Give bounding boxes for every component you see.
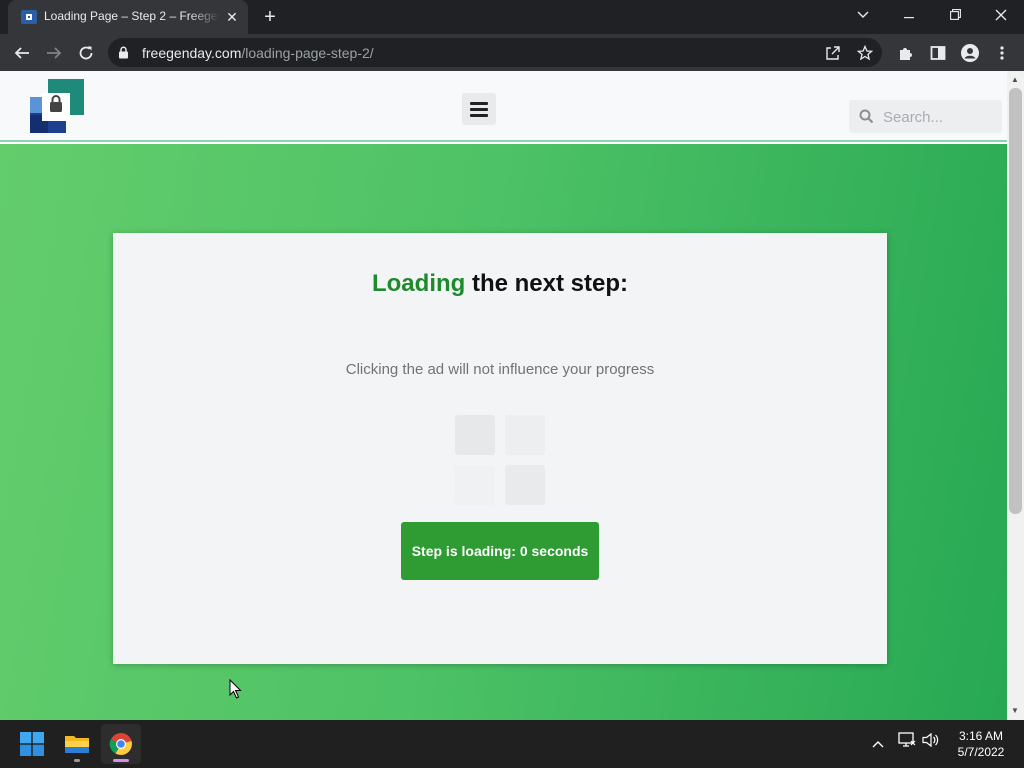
search-box[interactable]	[849, 100, 1002, 133]
url-domain: freegenday.com	[142, 45, 242, 61]
volume-icon[interactable]	[922, 732, 940, 751]
site-favicon-icon	[21, 10, 37, 24]
reload-icon[interactable]	[74, 41, 98, 65]
step-loading-button[interactable]: Step is loading: 0 seconds	[401, 522, 599, 580]
share-icon[interactable]	[824, 44, 842, 62]
browser-titlebar: Loading Page – Step 2 – Freegenday ✕ +	[0, 0, 1024, 34]
page-scrollbar[interactable]: ▲ ▼	[1007, 71, 1024, 720]
browser-toolbar: freegenday.com/loading-page-step-2/	[0, 34, 1024, 71]
site-header	[0, 71, 1007, 142]
scroll-down-arrow-icon[interactable]: ▼	[1011, 706, 1019, 715]
file-explorer-indicator	[74, 759, 80, 762]
extensions-icon[interactable]	[894, 41, 918, 65]
tab-search-icon[interactable]	[840, 0, 886, 30]
close-window-button[interactable]	[978, 0, 1024, 30]
network-icon[interactable]	[898, 732, 916, 751]
mouse-cursor-icon	[229, 679, 242, 699]
card-title: Loading the next step:	[113, 270, 887, 298]
page-viewport: Loading the next step: Clicking the ad w…	[0, 71, 1024, 720]
more-menu-icon[interactable]	[990, 41, 1014, 65]
forward-icon[interactable]	[42, 41, 66, 65]
back-icon[interactable]	[10, 41, 34, 65]
loading-spinner-icon	[455, 415, 547, 509]
card-title-rest: the next step:	[465, 270, 629, 297]
search-input[interactable]	[883, 106, 995, 128]
hamburger-menu-icon[interactable]	[462, 93, 496, 125]
chrome-icon[interactable]	[101, 724, 141, 764]
minimize-button[interactable]	[886, 0, 932, 30]
hero-section: Loading the next step: Clicking the ad w…	[0, 144, 1007, 720]
windows-start-icon[interactable]	[12, 724, 52, 764]
star-icon[interactable]	[856, 44, 874, 62]
clock-time: 3:16 AM	[958, 729, 1004, 743]
tab-title: Loading Page – Step 2 – Freegenday	[44, 9, 220, 23]
system-clock[interactable]: 3:16 AM 5/7/2022	[946, 728, 1016, 760]
card-title-highlight: Loading	[371, 270, 466, 297]
address-bar[interactable]: freegenday.com/loading-page-step-2/	[108, 38, 882, 67]
scroll-up-arrow-icon[interactable]: ▲	[1011, 75, 1019, 84]
browser-tab[interactable]: Loading Page – Step 2 – Freegenday ✕	[8, 0, 248, 34]
search-icon[interactable]	[859, 109, 874, 124]
restore-button[interactable]	[932, 0, 978, 30]
windows-taskbar: 3:16 AM 5/7/2022	[0, 720, 1024, 768]
site-logo[interactable]	[30, 79, 84, 133]
file-explorer-icon[interactable]	[57, 724, 97, 764]
new-tab-button[interactable]: +	[258, 5, 282, 29]
tray-chevron-icon[interactable]	[872, 736, 884, 751]
clock-date: 5/7/2022	[957, 745, 1005, 759]
url-path: /loading-page-step-2/	[241, 45, 374, 61]
scrollbar-thumb[interactable]	[1009, 88, 1022, 514]
card-subtitle: Clicking the ad will not influence your …	[345, 361, 655, 378]
close-tab-icon[interactable]: ✕	[224, 9, 240, 25]
loading-card: Loading the next step: Clicking the ad w…	[113, 233, 887, 664]
lock-icon[interactable]	[118, 46, 129, 59]
url-text: freegenday.com/loading-page-step-2/	[142, 45, 374, 61]
profile-icon[interactable]	[958, 41, 982, 65]
chrome-active-indicator	[113, 759, 129, 762]
side-panel-icon[interactable]	[926, 41, 950, 65]
